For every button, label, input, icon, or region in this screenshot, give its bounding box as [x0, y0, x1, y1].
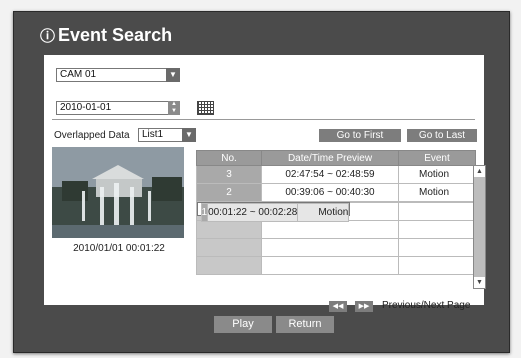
- calendar-icon[interactable]: [197, 101, 214, 115]
- arrow-up-icon[interactable]: ▲: [168, 101, 180, 108]
- overlapped-data-value: List1: [142, 129, 164, 140]
- chevron-down-icon[interactable]: ▼: [166, 68, 180, 82]
- date-stepper[interactable]: ▲ ▼: [168, 101, 180, 115]
- event-search-window: ⓘ Event Search CAM 01 ▼ 2010-01-01 ▲ ▼ Ove…: [13, 11, 510, 353]
- row-no: 3: [196, 165, 262, 184]
- table-header-row: No. Date/Time Preview Event: [196, 150, 476, 166]
- row-datetime: 00:39:06 ~ 00:40:30: [261, 183, 399, 202]
- camera-select[interactable]: CAM 01 ▼: [56, 68, 180, 82]
- scroll-up-icon[interactable]: ▲: [474, 166, 485, 177]
- row-datetime: 02:47:54 ~ 02:48:59: [261, 165, 399, 184]
- row-event: Motion: [297, 203, 350, 222]
- table-row-selected[interactable]: 1 00:01:22 ~ 00:02:28 Motion: [196, 202, 351, 222]
- table-row-empty[interactable]: [196, 220, 476, 239]
- window-title: ⓘ Event Search: [40, 25, 172, 46]
- column-header-no: No.: [196, 150, 262, 166]
- table-row-empty[interactable]: [196, 256, 476, 275]
- table-row[interactable]: 3 02:47:54 ~ 02:48:59 Motion: [196, 165, 476, 184]
- return-button[interactable]: Return: [276, 316, 334, 333]
- fast-forward-icon[interactable]: ▶▶: [355, 301, 373, 312]
- row-event: Motion: [398, 165, 476, 184]
- rewind-icon[interactable]: ◀◀: [329, 301, 347, 312]
- column-header-datetime: Date/Time Preview: [261, 150, 399, 166]
- table-row[interactable]: 2 00:39:06 ~ 00:40:30 Motion: [196, 183, 476, 202]
- table-row-empty[interactable]: [196, 238, 476, 257]
- row-event: Motion: [398, 183, 476, 202]
- search-panel: CAM 01 ▼ 2010-01-01 ▲ ▼ Overlapped Data L…: [44, 55, 486, 312]
- scroll-down-icon[interactable]: ▼: [474, 277, 485, 288]
- date-field-value: 2010-01-01: [60, 102, 112, 113]
- date-field[interactable]: 2010-01-01 ▲ ▼: [56, 101, 180, 115]
- divider: [52, 119, 475, 120]
- preview-timestamp: 2010/01/01 00:01:22: [73, 243, 165, 254]
- go-to-last-button[interactable]: Go to Last: [407, 129, 477, 142]
- row-datetime: 00:01:22 ~ 00:02:28: [207, 203, 299, 222]
- table-scrollbar[interactable]: ▲ ▼: [473, 165, 486, 289]
- page-nav-label: Previous/Next Page: [382, 300, 471, 311]
- play-button[interactable]: Play: [214, 316, 272, 333]
- arrow-down-icon[interactable]: ▼: [168, 108, 180, 115]
- window-title-text: Event Search: [58, 25, 173, 45]
- column-header-event: Event: [398, 150, 476, 166]
- row-no: 2: [196, 183, 262, 202]
- preview-thumbnail: [52, 147, 184, 238]
- chevron-down-icon[interactable]: ▼: [182, 128, 196, 142]
- camera-select-value: CAM 01: [60, 69, 97, 80]
- preview-image: [52, 147, 184, 238]
- overlapped-data-select[interactable]: List1 ▼: [138, 128, 196, 142]
- event-table: No. Date/Time Preview Event 3 02:47:54 ~…: [196, 150, 476, 275]
- go-to-first-button[interactable]: Go to First: [319, 129, 401, 142]
- title-bar: ⓘ Event Search: [14, 12, 509, 57]
- overlapped-data-label: Overlapped Data: [54, 130, 130, 141]
- info-icon: ⓘ: [40, 28, 56, 45]
